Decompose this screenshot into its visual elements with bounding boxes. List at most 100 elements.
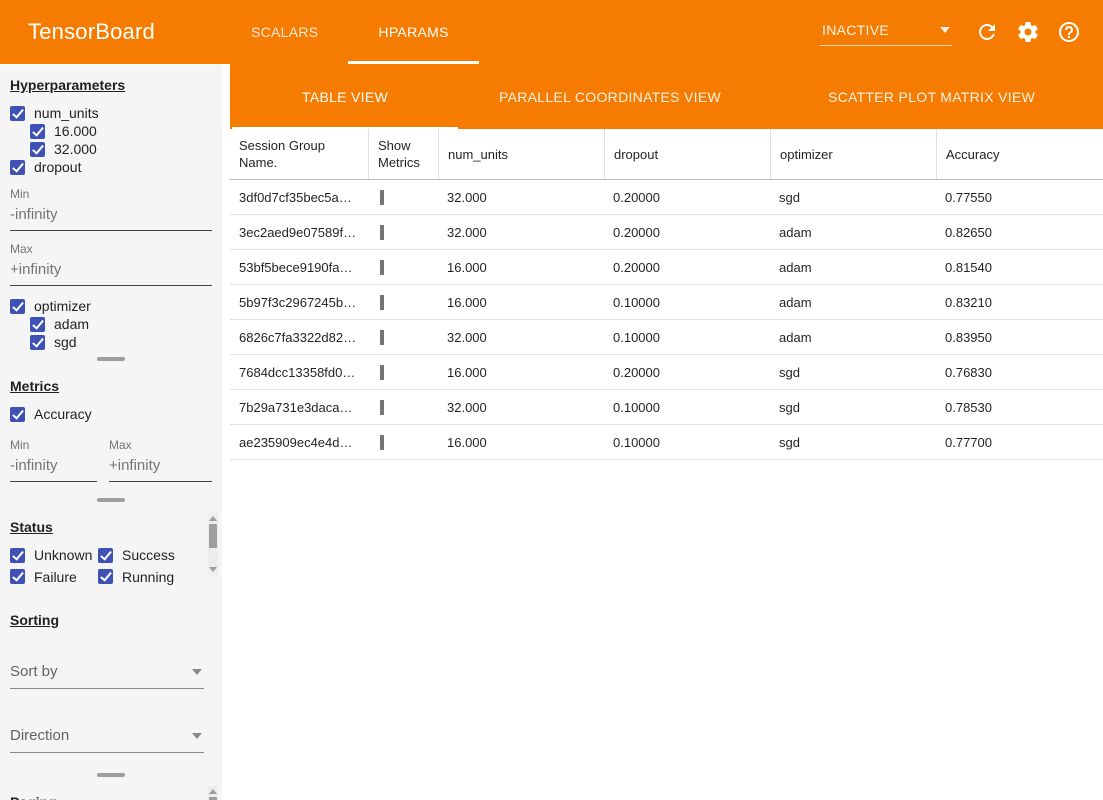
status-running[interactable]: Running: [98, 568, 200, 586]
dropout-min-input[interactable]: -infinity: [10, 201, 212, 231]
status-success-checkbox[interactable]: [98, 548, 113, 563]
show-metrics-checkbox[interactable]: [380, 435, 384, 450]
paging-scrollbar[interactable]: [208, 786, 218, 800]
cell-num-units: 32.000: [438, 400, 604, 415]
table-row[interactable]: 53bf5bece9190fa… 16.000 0.20000 adam 0.8…: [230, 250, 1103, 285]
hparam-num-units[interactable]: num_units: [10, 104, 212, 122]
chevron-down-icon: [940, 27, 950, 33]
cell-optimizer: adam: [770, 330, 936, 345]
status-section: Status Unknown Success Failure Running: [0, 507, 222, 588]
tab-parallel-coordinates-view[interactable]: PARALLEL COORDINATES VIEW: [460, 64, 760, 129]
dropout-checkbox[interactable]: [10, 160, 25, 175]
optimizer-adam-checkbox[interactable]: [30, 317, 45, 332]
resize-handle[interactable]: [10, 767, 212, 782]
help-icon[interactable]: [1057, 20, 1081, 44]
table-row[interactable]: ae235909ec4e4d… 16.000 0.10000 sgd 0.777…: [230, 425, 1103, 460]
num-units-32-checkbox[interactable]: [30, 142, 45, 157]
scroll-up-icon[interactable]: [209, 789, 217, 794]
cell-accuracy: 0.83950: [936, 330, 1103, 345]
table-row[interactable]: 7684dcc13358fd0… 16.000 0.20000 sgd 0.76…: [230, 355, 1103, 390]
tab-hparams[interactable]: HPARAMS: [348, 0, 478, 64]
column-header-show-metrics: Show Metrics: [368, 129, 438, 179]
hparam-optimizer[interactable]: optimizer: [10, 297, 212, 315]
resize-handle[interactable]: [10, 492, 212, 507]
hyperparameters-section: Hyperparameters num_units 16.000 32.000 …: [0, 65, 222, 366]
table-row[interactable]: 7b29a731e3daca… 32.000 0.10000 sgd 0.785…: [230, 390, 1103, 425]
cell-dropout: 0.20000: [604, 190, 770, 205]
scroll-up-icon[interactable]: [209, 516, 217, 521]
hparam-num-units-option-16[interactable]: 16.000: [30, 122, 212, 140]
cell-optimizer: adam: [770, 295, 936, 310]
cell-optimizer: sgd: [770, 365, 936, 380]
status-scrollbar[interactable]: [208, 513, 218, 575]
show-metrics-checkbox[interactable]: [380, 225, 384, 240]
optimizer-checkbox[interactable]: [10, 299, 25, 314]
gear-icon[interactable]: [1016, 20, 1040, 44]
cell-dropout: 0.20000: [604, 225, 770, 240]
status-failure-checkbox[interactable]: [10, 569, 25, 584]
tab-table-view[interactable]: TABLE VIEW: [230, 64, 460, 129]
column-header-session-group-name: Session Group Name.: [230, 129, 368, 179]
inactive-dropdown[interactable]: INACTIVE: [820, 18, 952, 46]
cell-num-units: 32.000: [438, 225, 604, 240]
cell-dropout: 0.20000: [604, 260, 770, 275]
hparam-optimizer-option-adam[interactable]: adam: [30, 315, 212, 333]
show-metrics-checkbox[interactable]: [380, 330, 384, 345]
show-metrics-checkbox[interactable]: [380, 190, 384, 205]
cell-num-units: 16.000: [438, 260, 604, 275]
hparams-main: TABLE VIEW PARALLEL COORDINATES VIEW SCA…: [230, 64, 1103, 800]
table-row[interactable]: 3df0d7cf35bec5a… 32.000 0.20000 sgd 0.77…: [230, 180, 1103, 215]
tensorboard-app: TensorBoard SCALARS HPARAMS INACTIVE Hyp…: [0, 0, 1103, 800]
show-metrics-checkbox[interactable]: [380, 400, 384, 415]
status-failure[interactable]: Failure: [10, 568, 98, 586]
dropout-min-label: Min: [10, 187, 212, 201]
direction-select[interactable]: Direction: [10, 722, 204, 753]
tab-scalars[interactable]: SCALARS: [221, 0, 348, 64]
cell-show-metrics: [368, 365, 438, 380]
hparam-optimizer-option-sgd[interactable]: sgd: [30, 333, 212, 351]
scrollbar-thumb[interactable]: [209, 524, 217, 548]
cell-session-group-name: 3ec2aed9e07589f…: [230, 225, 368, 240]
cell-show-metrics: [368, 330, 438, 345]
accuracy-checkbox[interactable]: [10, 407, 25, 422]
status-success[interactable]: Success: [98, 546, 200, 564]
cell-accuracy: 0.78530: [936, 400, 1103, 415]
optimizer-sgd-checkbox[interactable]: [30, 335, 45, 350]
refresh-icon[interactable]: [975, 20, 999, 44]
table-row[interactable]: 6826c7fa3322d82… 32.000 0.10000 adam 0.8…: [230, 320, 1103, 355]
scroll-down-icon[interactable]: [209, 567, 217, 572]
cell-session-group-name: 53bf5bece9190fa…: [230, 260, 368, 275]
hparam-num-units-option-32[interactable]: 32.000: [30, 140, 212, 158]
table-row[interactable]: 3ec2aed9e07589f… 32.000 0.20000 adam 0.8…: [230, 215, 1103, 250]
hparam-dropout[interactable]: dropout: [10, 158, 212, 176]
num-units-16-checkbox[interactable]: [30, 124, 45, 139]
cell-dropout: 0.10000: [604, 295, 770, 310]
status-unknown-checkbox[interactable]: [10, 548, 25, 563]
show-metrics-checkbox[interactable]: [380, 365, 384, 380]
sorting-heading: Sorting: [10, 612, 212, 628]
tab-scatter-plot-matrix-view[interactable]: SCATTER PLOT MATRIX VIEW: [760, 64, 1103, 129]
cell-session-group-name: 5b97f3c2967245b…: [230, 295, 368, 310]
status-running-checkbox[interactable]: [98, 569, 113, 584]
hyperparameters-heading: Hyperparameters: [10, 77, 212, 93]
accuracy-min-input[interactable]: -infinity: [10, 452, 97, 482]
cell-optimizer: sgd: [770, 435, 936, 450]
cell-dropout: 0.10000: [604, 330, 770, 345]
resize-handle[interactable]: [10, 351, 212, 366]
sort-by-select[interactable]: Sort by: [10, 658, 204, 689]
cell-optimizer: sgd: [770, 190, 936, 205]
cell-dropout: 0.10000: [604, 400, 770, 415]
accuracy-max-input[interactable]: +infinity: [109, 452, 212, 482]
sorting-section: Sorting Sort by Direction: [0, 588, 222, 782]
num-units-checkbox[interactable]: [10, 106, 25, 121]
main-nav: SCALARS HPARAMS: [221, 0, 479, 64]
status-unknown[interactable]: Unknown: [10, 546, 98, 564]
show-metrics-checkbox[interactable]: [380, 260, 384, 275]
show-metrics-checkbox[interactable]: [380, 295, 384, 310]
metric-accuracy[interactable]: Accuracy: [10, 405, 212, 423]
dropout-max-input[interactable]: +infinity: [10, 256, 212, 286]
table-row[interactable]: 5b97f3c2967245b… 16.000 0.10000 adam 0.8…: [230, 285, 1103, 320]
cell-show-metrics: [368, 260, 438, 275]
view-tabs: TABLE VIEW PARALLEL COORDINATES VIEW SCA…: [230, 64, 1103, 129]
dropout-max-label: Max: [10, 242, 212, 256]
